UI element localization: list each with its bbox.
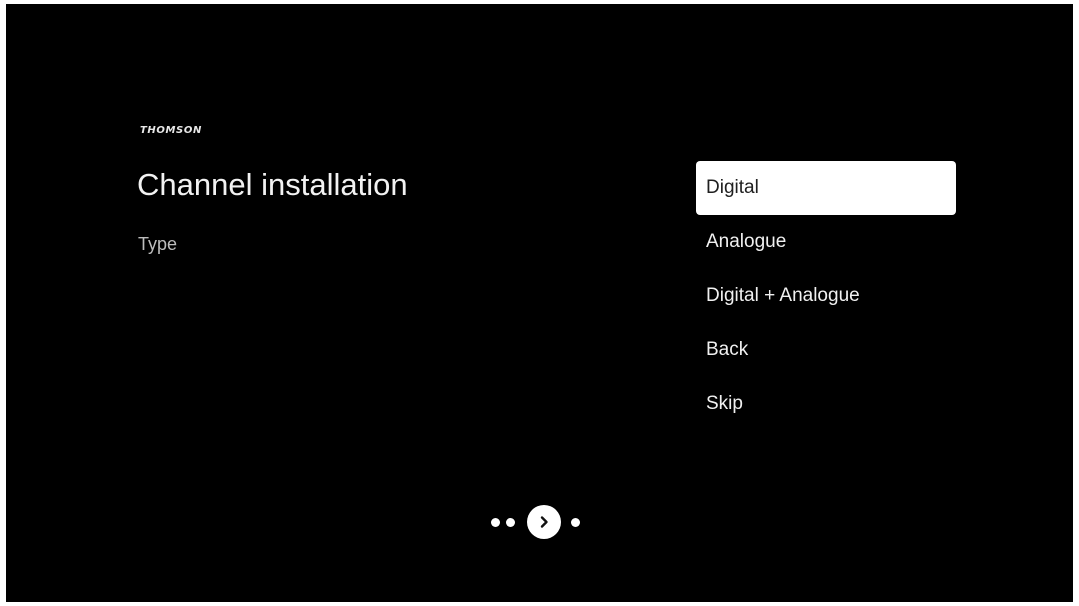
- screen-frame: THOMSON Channel installation Type Digita…: [0, 0, 1079, 606]
- menu-item-digital-analogue[interactable]: Digital + Analogue: [696, 269, 956, 323]
- chevron-right-icon: [540, 516, 548, 528]
- menu-item-skip[interactable]: Skip: [696, 377, 956, 431]
- step-dot: [506, 517, 515, 527]
- tv-setup-screen: THOMSON Channel installation Type Digita…: [6, 4, 1073, 602]
- menu-item-label: Digital + Analogue: [706, 285, 860, 306]
- page-title: Channel installation: [137, 167, 408, 202]
- menu-item-digital[interactable]: Digital: [696, 161, 956, 215]
- menu-item-label: Skip: [706, 393, 743, 414]
- installation-type-menu: Digital Analogue Digital + Analogue Back…: [696, 161, 956, 431]
- step-indicator: [491, 504, 586, 540]
- menu-item-back[interactable]: Back: [696, 323, 956, 377]
- menu-item-analogue[interactable]: Analogue: [696, 215, 956, 269]
- menu-item-label: Digital: [706, 177, 759, 198]
- page-subtitle: Type: [138, 234, 178, 254]
- step-dot: [491, 517, 500, 527]
- menu-item-label: Analogue: [706, 231, 787, 252]
- menu-item-label: Back: [706, 339, 749, 360]
- next-button[interactable]: [527, 505, 561, 539]
- brand-logo: THOMSON: [140, 125, 202, 136]
- step-dot: [571, 517, 580, 527]
